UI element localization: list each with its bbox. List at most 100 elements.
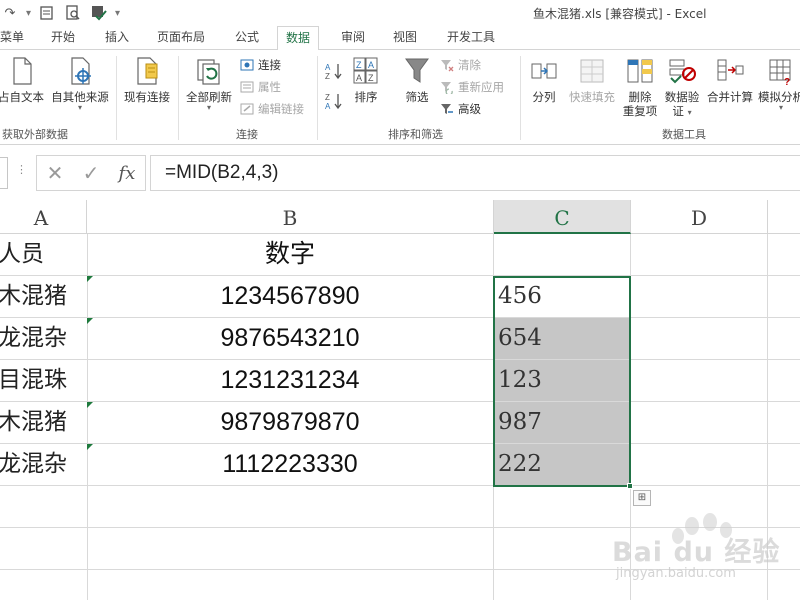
ribbon-divider	[178, 56, 179, 140]
tab-formulas[interactable]: 公式	[235, 26, 259, 50]
properties-button[interactable]: 属性	[240, 78, 281, 96]
watermark-brand: Bai du 经验	[612, 537, 781, 568]
cell-b6[interactable]: 1112223330	[87, 444, 493, 485]
cell-c6[interactable]: 222	[494, 444, 630, 485]
table-row: 龙混杂 9876543210 654	[0, 318, 800, 360]
cell-a6[interactable]: 龙混杂	[0, 444, 86, 485]
window-title: 鱼木混猪.xls [兼容模式] - Excel	[533, 7, 707, 21]
sort-ascending-button[interactable]: AZ	[325, 62, 343, 80]
edit-links-button[interactable]: 编辑链接	[240, 100, 304, 118]
reapply-button[interactable]: 重新应用	[440, 78, 504, 96]
cell-b1[interactable]: 数字	[87, 234, 493, 275]
table-row	[0, 486, 800, 528]
refresh-all-button[interactable]: 全部刷新 ▾	[184, 56, 234, 112]
svg-text:?: ?	[784, 77, 790, 86]
quick-analysis-icon[interactable]: ⊞	[633, 490, 651, 506]
name-box[interactable]	[0, 157, 8, 189]
edit-links-icon	[240, 103, 254, 115]
refresh-icon	[197, 59, 220, 85]
from-text-label: 自文本	[9, 90, 45, 104]
form-icon[interactable]	[37, 3, 57, 23]
cell-c5[interactable]: 987	[494, 402, 630, 443]
connections-label: 连接	[258, 58, 281, 72]
cell-a1[interactable]: 人员	[0, 234, 86, 275]
filter-button[interactable]: 筛选	[400, 56, 434, 104]
cell-c3[interactable]: 654	[494, 318, 630, 359]
svg-text:A: A	[368, 60, 374, 70]
column-header-d[interactable]: D	[631, 200, 768, 234]
other-sources-button[interactable]: 自其他来源 ▾	[48, 56, 112, 112]
tab-page-layout[interactable]: 页面布局	[157, 26, 205, 50]
consolidate-button[interactable]: 合并计算	[704, 56, 756, 104]
text-to-columns-icon	[531, 63, 557, 79]
chevron-down-icon: ▾	[77, 103, 82, 112]
data-validation-button[interactable]: 数据验 证 ▾	[662, 56, 702, 120]
flash-fill-icon	[580, 59, 604, 83]
sort-descending-button[interactable]: ZA	[325, 92, 343, 110]
column-header-row: A B C D	[0, 200, 800, 234]
cell-c4[interactable]: 123	[494, 360, 630, 401]
consolidate-label: 合并计算	[707, 90, 753, 104]
cell-b3[interactable]: 9876543210	[87, 318, 493, 359]
tab-review[interactable]: 审阅	[341, 26, 365, 50]
clear-filter-button[interactable]: 清除	[440, 56, 481, 74]
advanced-filter-button[interactable]: 高级	[440, 100, 481, 118]
confirm-icon[interactable]: ✓	[83, 161, 100, 185]
column-header-e[interactable]	[768, 200, 800, 234]
tab-home[interactable]: 开始	[51, 26, 75, 50]
advanced-filter-label: 高级	[458, 102, 481, 116]
column-header-c[interactable]: C	[494, 200, 631, 234]
column-header-b[interactable]: B	[87, 200, 494, 234]
cancel-icon[interactable]: ✕	[47, 161, 64, 185]
group-label-connections: 连接	[236, 128, 258, 141]
fill-handle[interactable]	[627, 483, 633, 489]
sort-label: 排序	[354, 90, 378, 104]
redo-dropdown-icon[interactable]: ▾	[26, 8, 31, 19]
group-label-data-tools: 数据工具	[662, 128, 706, 141]
connections-icon	[240, 59, 254, 71]
title-bar: ↷ ▾ ▾ 鱼木混猪.xls [兼容模式] - Excel	[0, 0, 800, 26]
cell-a3[interactable]: 龙混杂	[0, 318, 86, 359]
connections-button[interactable]: 连接	[240, 56, 281, 74]
text-file-icon	[13, 57, 32, 85]
clear-filter-icon	[441, 60, 454, 72]
tab-menu[interactable]: 菜单	[0, 26, 24, 50]
print-preview-icon[interactable]	[63, 3, 83, 23]
cell-a5[interactable]: 木混猪	[0, 402, 86, 443]
formula-input[interactable]: =MID(B2,4,3)	[150, 155, 800, 191]
table-row: 木混猪 1234567890 456	[0, 276, 800, 318]
tab-insert[interactable]: 插入	[105, 26, 129, 50]
customize-qat-icon[interactable]: ▾	[115, 8, 120, 19]
sort-button[interactable]: ZAAZ 排序	[350, 56, 382, 104]
from-text-button[interactable]: 占自文本	[0, 56, 44, 104]
cell-a4[interactable]: 目混珠	[0, 360, 86, 401]
what-if-analysis-button[interactable]: ? 模拟分析 ▾	[756, 56, 800, 112]
ribbon: 占自文本 自其他来源 ▾ 现有连接 获取外部数据 全部刷新 ▾ 连接 属性 编辑…	[0, 50, 800, 145]
column-header-a[interactable]: A	[0, 200, 87, 234]
cell-b5[interactable]: 9879879870	[87, 402, 493, 443]
ribbon-tabs: 菜单 开始 插入 页面布局 公式 数据 审阅 视图 开发工具	[0, 26, 800, 51]
ribbon-divider	[520, 56, 521, 140]
other-sources-icon	[71, 57, 91, 85]
remove-duplicates-icon	[627, 59, 653, 83]
tab-view[interactable]: 视图	[393, 26, 417, 50]
flash-fill-button[interactable]: 快速填充	[566, 56, 618, 104]
redo-icon[interactable]: ↷	[0, 3, 20, 23]
tab-developer[interactable]: 开发工具	[447, 26, 495, 50]
ribbon-divider	[317, 56, 318, 140]
chevron-down-icon: ▾	[206, 103, 211, 112]
insert-function-icon[interactable]: fx	[119, 163, 136, 184]
svg-text:A: A	[325, 102, 331, 110]
advanced-filter-icon	[441, 104, 453, 114]
formula-bar-grip-icon[interactable]: ⋮	[16, 163, 27, 176]
spell-check-icon[interactable]	[89, 3, 109, 23]
cell-a2[interactable]: 木混猪	[0, 276, 86, 317]
remove-duplicates-button[interactable]: 删除 重复项	[620, 56, 660, 118]
text-to-columns-button[interactable]: 分列	[528, 56, 560, 104]
cell-b4[interactable]: 1231231234	[87, 360, 493, 401]
existing-connections-button[interactable]: 现有连接	[121, 56, 173, 104]
tab-data[interactable]: 数据	[277, 26, 320, 51]
remove-duplicates-label-1: 删除	[628, 90, 652, 104]
cell-b2[interactable]: 1234567890	[87, 276, 493, 317]
cell-c2[interactable]: 456	[494, 276, 630, 317]
